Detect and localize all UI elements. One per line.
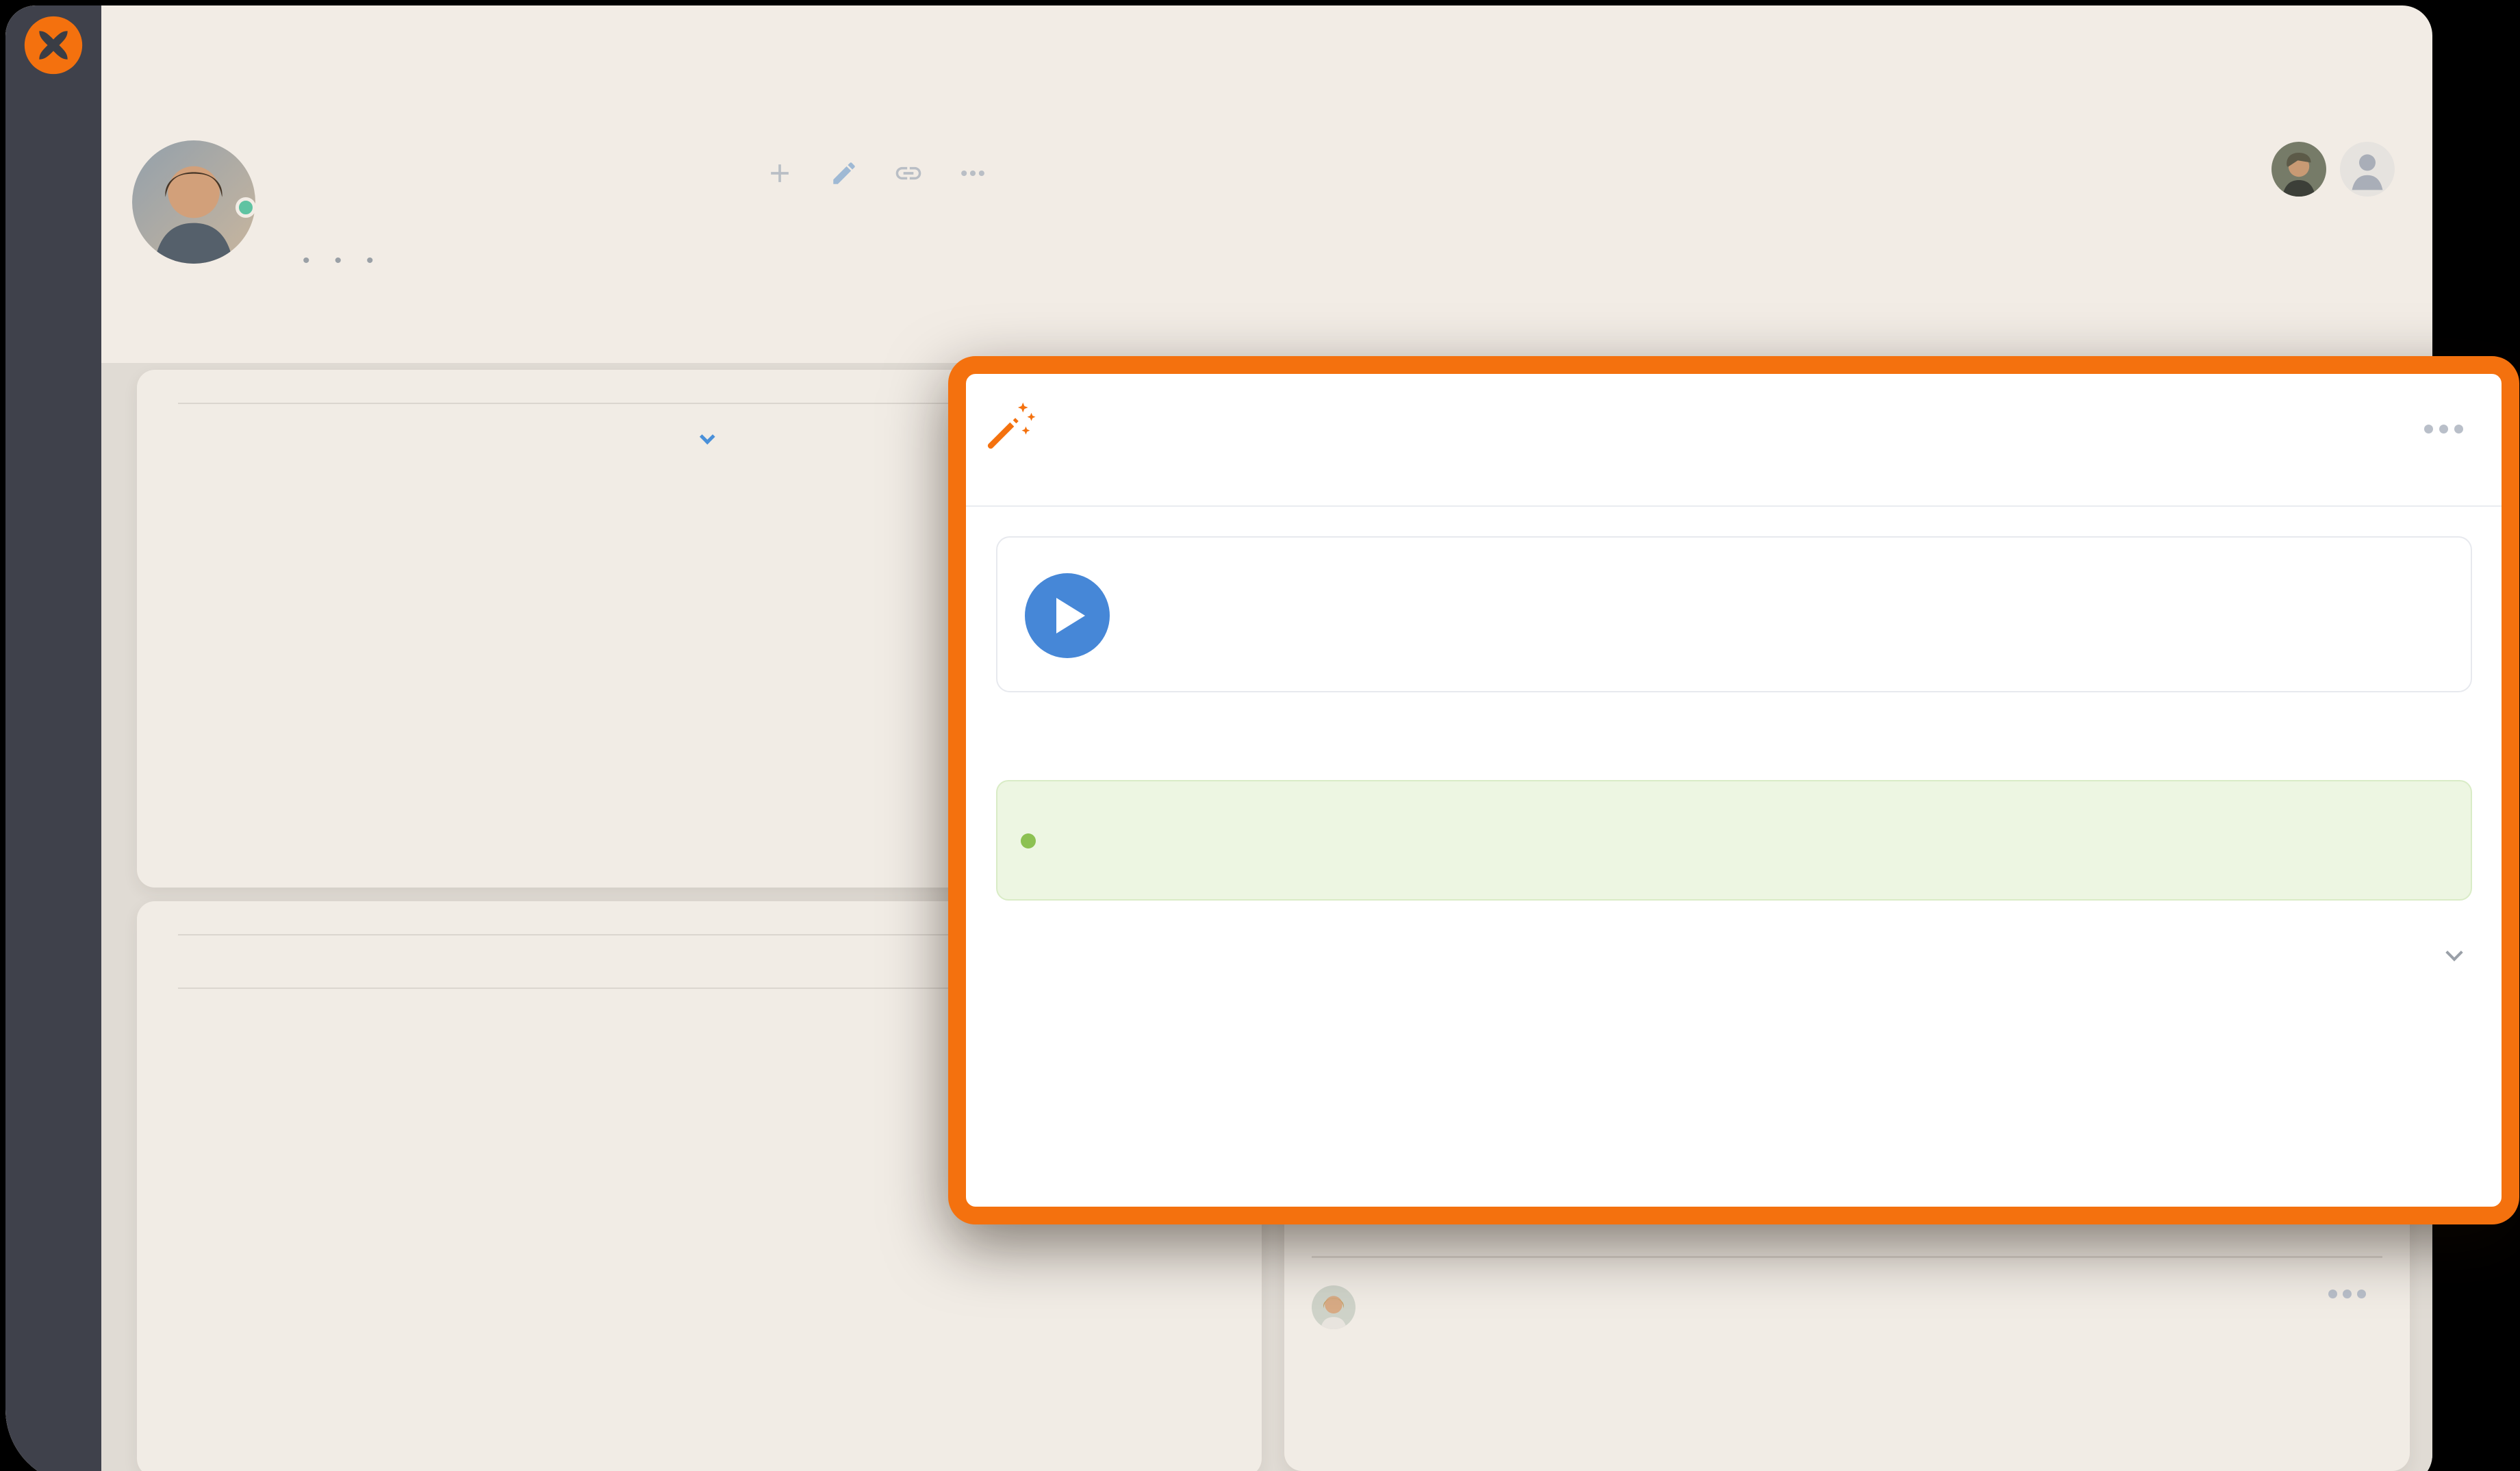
- app-logo[interactable]: [22, 14, 85, 77]
- more-options-icon[interactable]: [957, 158, 989, 189]
- placeholder-avatar[interactable]: [2340, 142, 2395, 197]
- tab-files[interactable]: [251, 322, 262, 338]
- verdict-status-dot: [1021, 833, 1036, 848]
- tab-letters[interactable]: [314, 322, 325, 338]
- comment-author-avatar[interactable]: [1312, 1285, 1356, 1329]
- ai-panel-menu-icon[interactable]: [2424, 425, 2463, 433]
- audio-player: [996, 536, 2472, 692]
- details-collapse-icon[interactable]: [2445, 944, 2462, 961]
- divider: [966, 505, 2502, 507]
- comment-menu-icon[interactable]: [2328, 1290, 2366, 1298]
- sidebar: [5, 5, 101, 1471]
- edit-pencil-icon[interactable]: [828, 158, 860, 189]
- meta-separator: •: [303, 249, 310, 273]
- candidate-meta: • • •: [290, 249, 386, 273]
- play-icon: [1056, 598, 1085, 633]
- online-status-dot: [236, 197, 256, 218]
- x-logo-icon: [22, 14, 85, 77]
- link-icon[interactable]: [893, 158, 924, 189]
- recruiter-avatar[interactable]: [2271, 142, 2326, 197]
- ai-voice-screening-panel: [948, 356, 2519, 1224]
- meta-separator: •: [366, 249, 374, 273]
- screenshot-stage: • • •: [0, 0, 2520, 1471]
- meta-separator: •: [335, 249, 342, 273]
- divider: [1312, 1256, 2382, 1258]
- activity-feed: [1284, 1230, 2410, 1298]
- top-right-avatars: [2271, 142, 2395, 197]
- profile-tabs: [147, 322, 325, 338]
- verdict-card: [996, 780, 2472, 901]
- add-icon[interactable]: [764, 158, 796, 189]
- play-button[interactable]: [1025, 573, 1110, 658]
- header-actions: [764, 158, 989, 189]
- magic-wand-icon: [981, 397, 1039, 455]
- chevron-down-icon: [699, 429, 715, 444]
